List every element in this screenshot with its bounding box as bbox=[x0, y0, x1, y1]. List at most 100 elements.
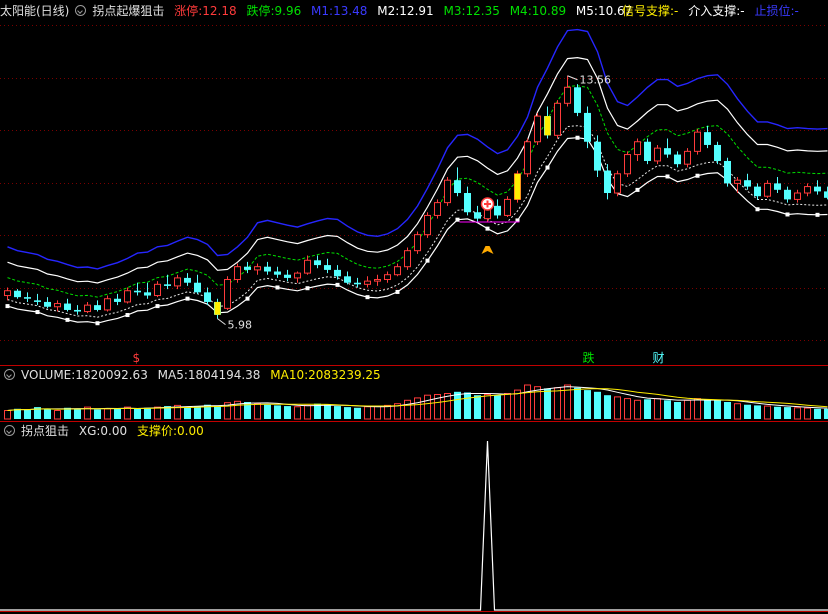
candle-body bbox=[274, 271, 281, 275]
candle bbox=[264, 261, 271, 275]
entry-support-label: 介入支撑: bbox=[688, 4, 741, 18]
candle-body bbox=[824, 191, 828, 198]
volume-bar bbox=[804, 407, 811, 420]
candle-body bbox=[604, 170, 611, 194]
candle-body bbox=[284, 274, 291, 278]
candle bbox=[244, 261, 251, 274]
sub-dropdown-icon[interactable] bbox=[4, 425, 15, 436]
support-dot bbox=[335, 282, 340, 287]
volume-bar bbox=[744, 404, 751, 419]
support-dot bbox=[395, 289, 400, 294]
candle-body bbox=[44, 301, 51, 307]
candle bbox=[464, 186, 471, 216]
candle-body bbox=[584, 112, 591, 142]
volume-bar bbox=[574, 387, 581, 419]
candle bbox=[234, 263, 241, 283]
candle-body bbox=[694, 131, 701, 152]
volume-bar bbox=[14, 408, 21, 419]
candle-body bbox=[624, 154, 631, 175]
candle-body bbox=[134, 290, 141, 293]
volume-bar bbox=[444, 393, 451, 420]
candle-body bbox=[704, 132, 711, 145]
support-dot bbox=[5, 304, 10, 309]
support-dot bbox=[65, 317, 70, 322]
candle-body bbox=[244, 266, 251, 270]
support-dot bbox=[185, 296, 190, 301]
stock-name[interactable]: 太阳能(日线) bbox=[0, 4, 69, 18]
volume-bar bbox=[404, 399, 411, 420]
candle bbox=[84, 301, 91, 314]
candle bbox=[424, 212, 431, 238]
support-dot bbox=[695, 173, 700, 178]
candle bbox=[814, 180, 821, 195]
volume-header: VOLUME:1820092.63 MA5:1804194.38 MA10:20… bbox=[0, 366, 387, 384]
sub-indicator-name[interactable]: 拐点狙击 bbox=[21, 424, 69, 438]
candle-body bbox=[644, 141, 651, 161]
candle-body bbox=[34, 300, 41, 302]
candle-body bbox=[504, 198, 511, 216]
candle bbox=[74, 305, 81, 315]
candle-body bbox=[524, 141, 531, 175]
volume-bar bbox=[134, 408, 141, 419]
candle bbox=[174, 274, 181, 290]
candle-body bbox=[344, 276, 351, 283]
volume-value: 1820092.63 bbox=[75, 368, 148, 382]
stop-loss-label: 止损位: bbox=[754, 4, 795, 18]
volume-bar bbox=[754, 405, 761, 419]
candle bbox=[774, 176, 781, 194]
indicator-name[interactable]: 拐点起爆狙击 bbox=[92, 4, 164, 18]
m2-label: M2: bbox=[377, 4, 400, 18]
candle bbox=[64, 298, 71, 312]
indicator-dropdown-icon[interactable] bbox=[75, 5, 87, 16]
candle bbox=[44, 297, 51, 309]
signal-marker-text: 跌 bbox=[583, 350, 595, 365]
candle-body bbox=[254, 266, 261, 271]
volume-bar bbox=[334, 406, 341, 419]
volume-bar bbox=[634, 399, 641, 420]
candle bbox=[594, 135, 601, 177]
support-dot bbox=[815, 212, 820, 217]
candle-body bbox=[814, 186, 821, 192]
candle-body bbox=[494, 205, 501, 216]
support-price-label: 支撑价: bbox=[136, 424, 177, 438]
m2-value: 12.91 bbox=[399, 4, 434, 18]
candle bbox=[54, 300, 61, 312]
price-panel: 13.56 5.98 $ 跌 财 bbox=[0, 25, 828, 365]
max-price-label: 13.56 bbox=[580, 74, 612, 87]
volume-bar bbox=[74, 408, 81, 419]
candle-body bbox=[574, 87, 581, 113]
candle-body bbox=[674, 154, 681, 165]
candle-body bbox=[764, 182, 771, 197]
limit-down-value: 9.96 bbox=[274, 4, 302, 18]
volume-bar bbox=[464, 392, 471, 419]
volume-dropdown-icon[interactable] bbox=[4, 369, 15, 380]
volume-bar bbox=[814, 408, 821, 419]
support-header: 信号支撑:- 介入支撑:- 止损位:- bbox=[622, 2, 805, 20]
candle-body bbox=[64, 303, 71, 310]
candle-body bbox=[314, 260, 321, 266]
volume-bar bbox=[24, 409, 31, 419]
volume-bar bbox=[604, 395, 611, 419]
candle bbox=[734, 176, 741, 194]
volume-panel bbox=[4, 384, 828, 420]
candle-body bbox=[414, 234, 421, 252]
candle bbox=[474, 205, 481, 222]
support-dot bbox=[665, 174, 670, 179]
support-dot bbox=[575, 135, 580, 140]
signal-marker-text: $ bbox=[133, 351, 141, 365]
candle bbox=[124, 287, 131, 304]
volume-bar bbox=[694, 398, 701, 420]
volume-bar bbox=[614, 396, 621, 420]
candle-body bbox=[184, 277, 191, 283]
candle-body bbox=[684, 150, 691, 165]
volume-bar bbox=[194, 406, 201, 419]
candle bbox=[324, 258, 331, 274]
signal-bar bbox=[214, 301, 221, 315]
support-dot bbox=[155, 304, 160, 309]
candle bbox=[684, 148, 691, 168]
support-dot bbox=[35, 310, 40, 315]
kline-chart[interactable]: 13.56 5.98 $ 跌 财 bbox=[0, 0, 828, 614]
candle-body bbox=[54, 303, 61, 308]
volume-bar bbox=[524, 384, 531, 420]
candle bbox=[414, 231, 421, 254]
